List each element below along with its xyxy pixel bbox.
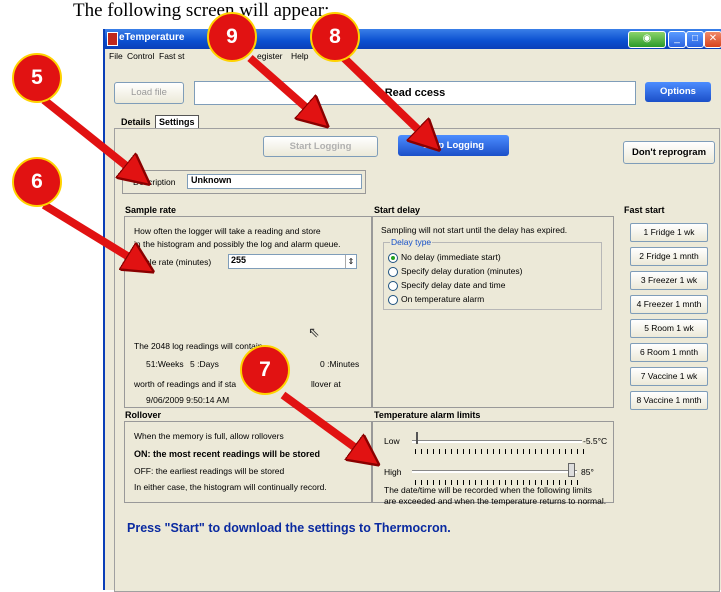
callout-9: 9 — [207, 12, 257, 62]
arrow-5 — [41, 96, 139, 176]
callout-8: 8 — [310, 12, 360, 62]
callout-5: 5 — [12, 53, 62, 103]
arrow-7 — [280, 391, 368, 457]
arrow-8 — [341, 55, 430, 141]
callout-7: 7 — [240, 345, 290, 395]
arrow-9 — [247, 55, 318, 118]
arrow-6 — [41, 201, 142, 265]
callout-6: 6 — [12, 157, 62, 207]
callout-arrows — [41, 55, 721, 590]
